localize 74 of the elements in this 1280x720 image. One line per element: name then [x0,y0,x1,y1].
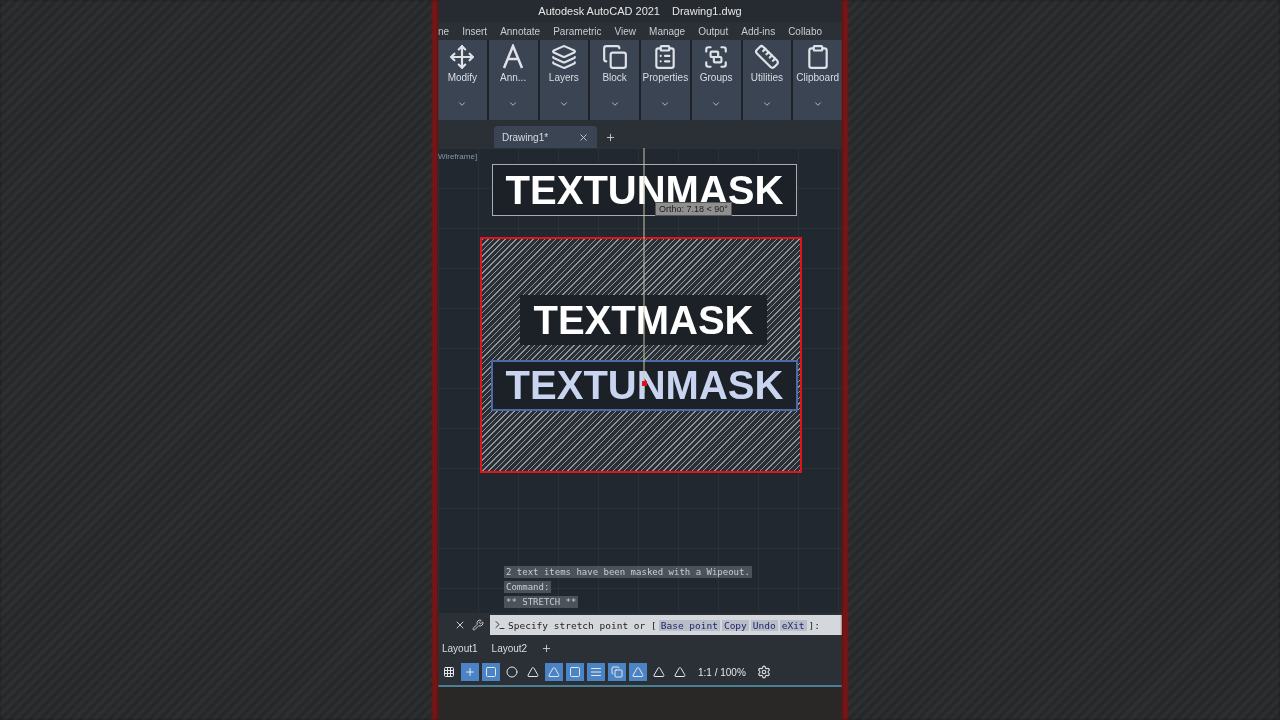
polar-icon [506,666,518,678]
groups-icon [703,44,730,70]
close-icon[interactable] [454,619,466,631]
ribbon-tab[interactable]: Collabo [788,25,823,37]
layout-tab[interactable]: Layout2 [491,642,528,654]
caret-icon [711,99,722,109]
ribbon-tab[interactable]: ne [438,25,450,37]
block-icon [601,44,628,70]
command-option[interactable]: Base point [658,619,720,631]
panel-label: Properties [642,72,689,83]
move-arrows-icon [449,44,476,70]
ribbon-panel[interactable]: Utilities [742,40,792,120]
ribbon-panel[interactable]: Modify [438,40,487,120]
command-prompt-end: ]: [808,619,821,631]
status-toggle[interactable] [503,663,521,681]
panel-label: Block [602,72,627,83]
panel-label: Ann... [500,72,527,83]
status-toggle[interactable] [587,663,605,681]
ribbon-tab[interactable]: Output [698,25,729,37]
ribbon-panel[interactable]: Layers [539,40,589,120]
wrench-icon[interactable] [472,619,484,631]
terminal-icon [494,619,506,631]
selected-text: TEXTUNMASK [491,360,798,411]
ruler-icon [753,44,780,70]
document-title: Drawing1.dwg [672,5,742,17]
ribbon-panel[interactable]: Groups [691,40,741,120]
command-option[interactable]: Undo [750,619,778,631]
ribbon-tab[interactable]: Add-ins [741,25,776,37]
panel-label: Layers [548,72,579,83]
annotation-scale[interactable]: 1:1 / 100% [698,666,746,678]
command-option[interactable]: Copy [721,619,749,631]
ribbon-tab[interactable]: Insert [462,25,488,37]
file-tab[interactable]: Drawing1* [494,126,598,148]
masked-text: TEXTMASK [520,295,767,345]
grid-icon [443,666,455,678]
ortho-tooltip: Ortho: 7.18 < 90° [655,202,732,216]
caret-icon [812,99,823,109]
status-toggle[interactable] [482,663,500,681]
panel-label: Clipboard [796,72,840,83]
caret-icon [457,99,468,109]
caret-icon [761,99,772,109]
add-layout-icon[interactable] [541,642,553,654]
rect-icon [569,666,581,678]
panel-label: Modify [447,72,478,83]
ribbon-tab[interactable]: Annotate [500,25,541,37]
caret-icon [558,99,569,109]
new-tab-icon[interactable] [605,132,617,143]
caret-icon [508,99,519,109]
app-title: Autodesk AutoCAD 2021 [538,5,660,17]
caret-icon [660,99,671,109]
ribbon-tab[interactable]: View [614,25,637,37]
lineweight-icon [590,666,602,678]
settings-icon[interactable] [756,665,771,679]
ribbon-panel[interactable]: Properties [641,40,690,120]
layout-tab[interactable]: Layout1 [442,642,478,654]
status-toggle[interactable] [629,663,647,681]
ribbon-tab[interactable]: Manage [649,25,686,37]
layers-icon [550,44,577,70]
ribbon-panel[interactable]: Block [590,40,639,120]
panel-label: Groups [699,72,733,83]
ribbon-panel[interactable]: Clipboard [793,40,842,120]
panel-label: Utilities [750,72,783,83]
status-toggle[interactable] [461,663,479,681]
transparency-icon [611,666,623,678]
status-toggle[interactable] [608,663,626,681]
viewport-label[interactable]: Wireframe] [438,152,478,161]
command-option[interactable]: eXit [779,619,807,631]
close-icon[interactable] [578,131,590,143]
status-toggle[interactable] [566,663,584,681]
ribbon-panel[interactable]: Ann... [488,40,538,120]
ribbon-tab[interactable]: Parametric [553,25,602,37]
caret-icon [609,99,620,109]
status-toggle[interactable] [545,663,563,681]
command-prompt: Specify stretch point or [ [508,619,657,631]
